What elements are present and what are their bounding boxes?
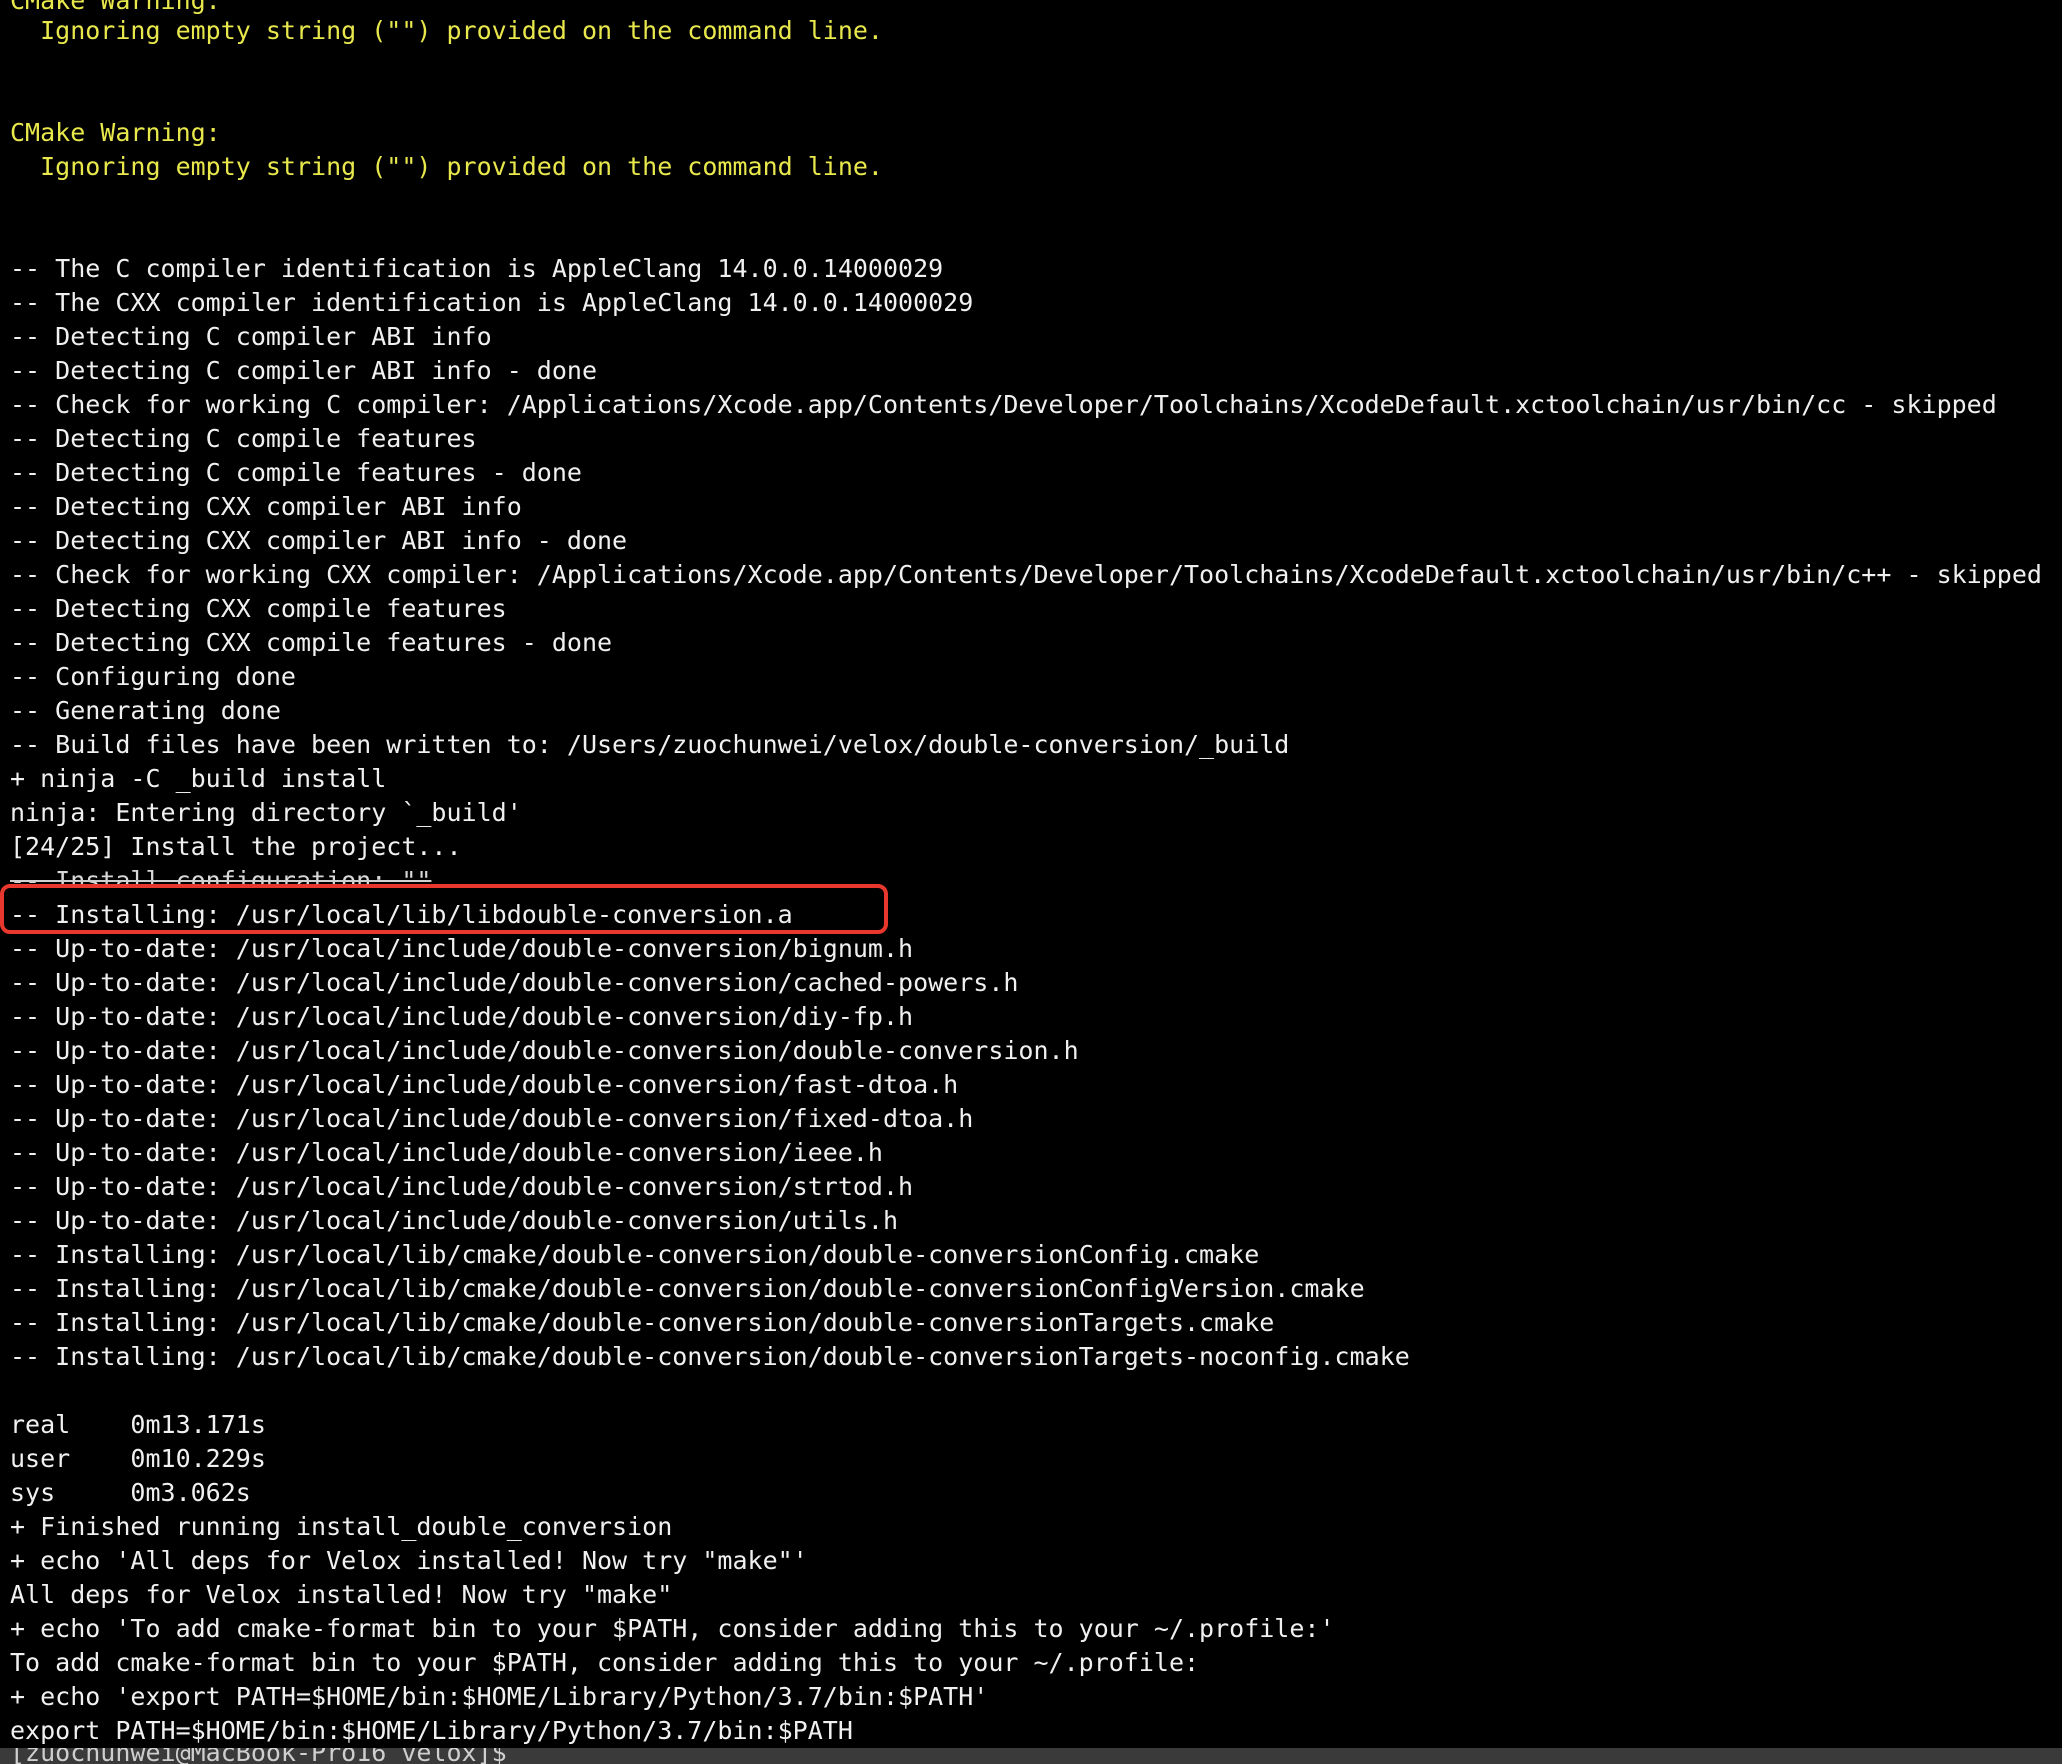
terminal-line: -- Installing: /usr/local/lib/cmake/doub…	[10, 1274, 1365, 1303]
terminal-line: -- Up-to-date: /usr/local/include/double…	[10, 1104, 974, 1133]
terminal-line: -- Detecting C compiler ABI info	[10, 322, 492, 351]
terminal-line: CMake Warning:	[10, 118, 221, 147]
terminal-line: -- Up-to-date: /usr/local/include/double…	[10, 1036, 1079, 1065]
terminal-line: -- Up-to-date: /usr/local/include/double…	[10, 934, 914, 963]
terminal-line: + Finished running install_double_conver…	[10, 1512, 673, 1541]
terminal-line: Ignoring empty string ("") provided on t…	[10, 152, 883, 181]
terminal-line: -- Up-to-date: /usr/local/include/double…	[10, 1138, 883, 1167]
terminal-line: [24/25] Install the project...	[10, 832, 462, 861]
terminal-line: user 0m10.229s	[10, 1444, 266, 1473]
terminal-line-highlighted: -- Installing: /usr/local/lib/libdouble-…	[10, 900, 793, 929]
terminal-line: -- Check for working C compiler: /Applic…	[10, 390, 1997, 419]
terminal-prompt-line[interactable]: [zuochunwei@MacBook-Pro16 velox]$	[0, 1748, 2062, 1764]
terminal-line: -- Generating done	[10, 696, 281, 725]
terminal-line: -- Up-to-date: /usr/local/include/double…	[10, 1002, 914, 1031]
terminal-line: -- Installing: /usr/local/lib/cmake/doub…	[10, 1308, 1275, 1337]
terminal-line: -- Up-to-date: /usr/local/include/double…	[10, 1070, 959, 1099]
terminal-line: real 0m13.171s	[10, 1410, 266, 1439]
terminal-line: + echo 'To add cmake-format bin to your …	[10, 1614, 1335, 1643]
terminal-line: -- Detecting CXX compiler ABI info	[10, 492, 522, 521]
terminal-line: -- Detecting CXX compile features	[10, 594, 507, 623]
terminal-line: To add cmake-format bin to your $PATH, c…	[10, 1648, 1200, 1677]
terminal-line: All deps for Velox installed! Now try "m…	[10, 1580, 673, 1609]
terminal-line: export PATH=$HOME/bin:$HOME/Library/Pyth…	[10, 1716, 853, 1745]
terminal-line: -- Up-to-date: /usr/local/include/double…	[10, 1206, 899, 1235]
terminal-line: + echo 'All deps for Velox installed! No…	[10, 1546, 808, 1575]
terminal-line: -- Install configuration: ""	[10, 866, 432, 895]
terminal-line: + echo 'export PATH=$HOME/bin:$HOME/Libr…	[10, 1682, 989, 1711]
terminal-line: + ninja -C _build install	[10, 764, 387, 793]
terminal-line: -- Up-to-date: /usr/local/include/double…	[10, 1172, 914, 1201]
terminal-line: sys 0m3.062s	[10, 1478, 251, 1507]
terminal-line: -- The C compiler identification is Appl…	[10, 254, 944, 283]
terminal-line: -- Detecting CXX compiler ABI info - don…	[10, 526, 628, 555]
terminal-line: -- Detecting C compile features	[10, 424, 477, 453]
terminal-line: -- Installing: /usr/local/lib/cmake/doub…	[10, 1342, 1410, 1371]
terminal-line: Ignoring empty string ("") provided on t…	[10, 16, 883, 45]
terminal-line: -- Detecting C compiler ABI info - done	[10, 356, 597, 385]
terminal-line: -- Configuring done	[10, 662, 296, 691]
terminal-line: -- Installing: /usr/local/lib/cmake/doub…	[10, 1240, 1260, 1269]
terminal-line: -- Up-to-date: /usr/local/include/double…	[10, 968, 1019, 997]
terminal-window[interactable]: CMake Warning: Ignoring empty string (""…	[0, 0, 2062, 1764]
terminal-line: -- Check for working CXX compiler: /Appl…	[10, 560, 2042, 589]
terminal-line: -- The CXX compiler identification is Ap…	[10, 288, 974, 317]
shell-prompt: [zuochunwei@MacBook-Pro16 velox]$	[10, 1748, 522, 1764]
terminal-line: ninja: Entering directory `_build'	[10, 798, 522, 827]
terminal-line: -- Build files have been written to: /Us…	[10, 730, 1290, 759]
terminal-line: -- Detecting C compile features - done	[10, 458, 582, 487]
terminal-line: -- Detecting CXX compile features - done	[10, 628, 613, 657]
